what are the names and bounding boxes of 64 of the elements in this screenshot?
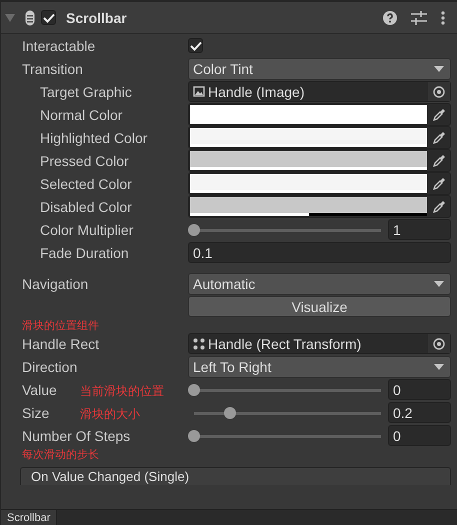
field-label: Interactable — [22, 38, 96, 54]
object-picker-icon[interactable] — [433, 338, 445, 350]
eyedropper-icon[interactable] — [432, 177, 446, 190]
color-swatch[interactable] — [190, 105, 427, 124]
field-label: Transition — [22, 60, 83, 76]
field-label: Fade Duration — [40, 244, 129, 260]
slider-track[interactable] — [188, 384, 381, 396]
object-field[interactable]: Handle (Image) — [188, 81, 451, 102]
number-field[interactable]: 1 — [388, 219, 451, 240]
slider-handle[interactable] — [224, 406, 236, 418]
dropdown[interactable]: Color Tint — [188, 58, 451, 80]
object-field[interactable]: Handle (Rect Transform) — [188, 333, 451, 354]
number-field[interactable]: 0.2 — [388, 402, 451, 423]
annotation-text: 滑块的大小 — [80, 406, 140, 422]
image-icon — [193, 86, 205, 97]
slider-handle[interactable] — [188, 224, 200, 236]
event-header: On Value Changed (Single) — [20, 467, 451, 485]
object-picker-icon[interactable] — [433, 86, 445, 98]
footer-tab[interactable]: Scrollbar — [1, 510, 58, 525]
help-icon[interactable] — [383, 10, 397, 24]
field-label: Navigation — [22, 276, 88, 292]
field-label: Color Multiplier — [40, 222, 134, 238]
field-label: Highlighted Color — [40, 130, 148, 146]
field-label: Pressed Color — [40, 152, 129, 168]
dropdown-arrow-icon — [434, 66, 444, 72]
field-label: Target Graphic — [40, 84, 132, 100]
color-swatch[interactable] — [190, 174, 427, 193]
field-label: Direction — [22, 358, 78, 374]
presets-icon[interactable] — [411, 10, 427, 24]
slider-handle[interactable] — [188, 384, 200, 396]
number-field[interactable]: 0.1 — [188, 242, 451, 263]
more-menu-icon[interactable] — [441, 10, 445, 24]
field-label: Size — [22, 404, 50, 420]
scrollbar-component-icon — [25, 10, 35, 26]
eyedropper-icon[interactable] — [432, 131, 446, 144]
color-swatch[interactable] — [190, 128, 427, 147]
dropdown-arrow-icon — [434, 364, 444, 370]
interactable-checkbox[interactable] — [188, 38, 203, 53]
field-label: Selected Color — [40, 176, 132, 192]
eyedropper-icon[interactable] — [432, 108, 446, 121]
slider-track[interactable] — [188, 430, 381, 442]
field-label: Value — [22, 382, 57, 398]
enable-checkbox[interactable] — [41, 10, 56, 25]
field-label: Handle Rect — [22, 336, 100, 352]
dropdown-arrow-icon — [434, 280, 444, 286]
color-swatch[interactable] — [190, 151, 427, 170]
annotation-text: 当前滑块的位置 — [80, 382, 164, 400]
annotation-text: 滑块的位置组件 — [22, 318, 99, 332]
color-swatch[interactable] — [190, 197, 427, 216]
rect-transform-icon — [193, 338, 205, 350]
field-label: Normal Color — [40, 106, 122, 122]
field-label: Number Of Steps — [22, 428, 130, 444]
annotation-text: 每次滑动的步长 — [22, 446, 99, 462]
number-field[interactable]: 0 — [388, 379, 451, 400]
visualize-button[interactable]: Visualize — [188, 296, 451, 317]
slider-handle[interactable] — [188, 430, 200, 442]
number-field[interactable]: 0 — [388, 425, 451, 446]
dropdown[interactable]: Automatic — [188, 272, 451, 294]
component-title: Scrollbar — [66, 10, 127, 26]
slider-track[interactable] — [188, 224, 381, 236]
eyedropper-icon[interactable] — [432, 200, 446, 213]
field-label: Disabled Color — [40, 198, 132, 214]
dropdown[interactable]: Left To Right — [188, 356, 451, 378]
eyedropper-icon[interactable] — [432, 154, 446, 167]
